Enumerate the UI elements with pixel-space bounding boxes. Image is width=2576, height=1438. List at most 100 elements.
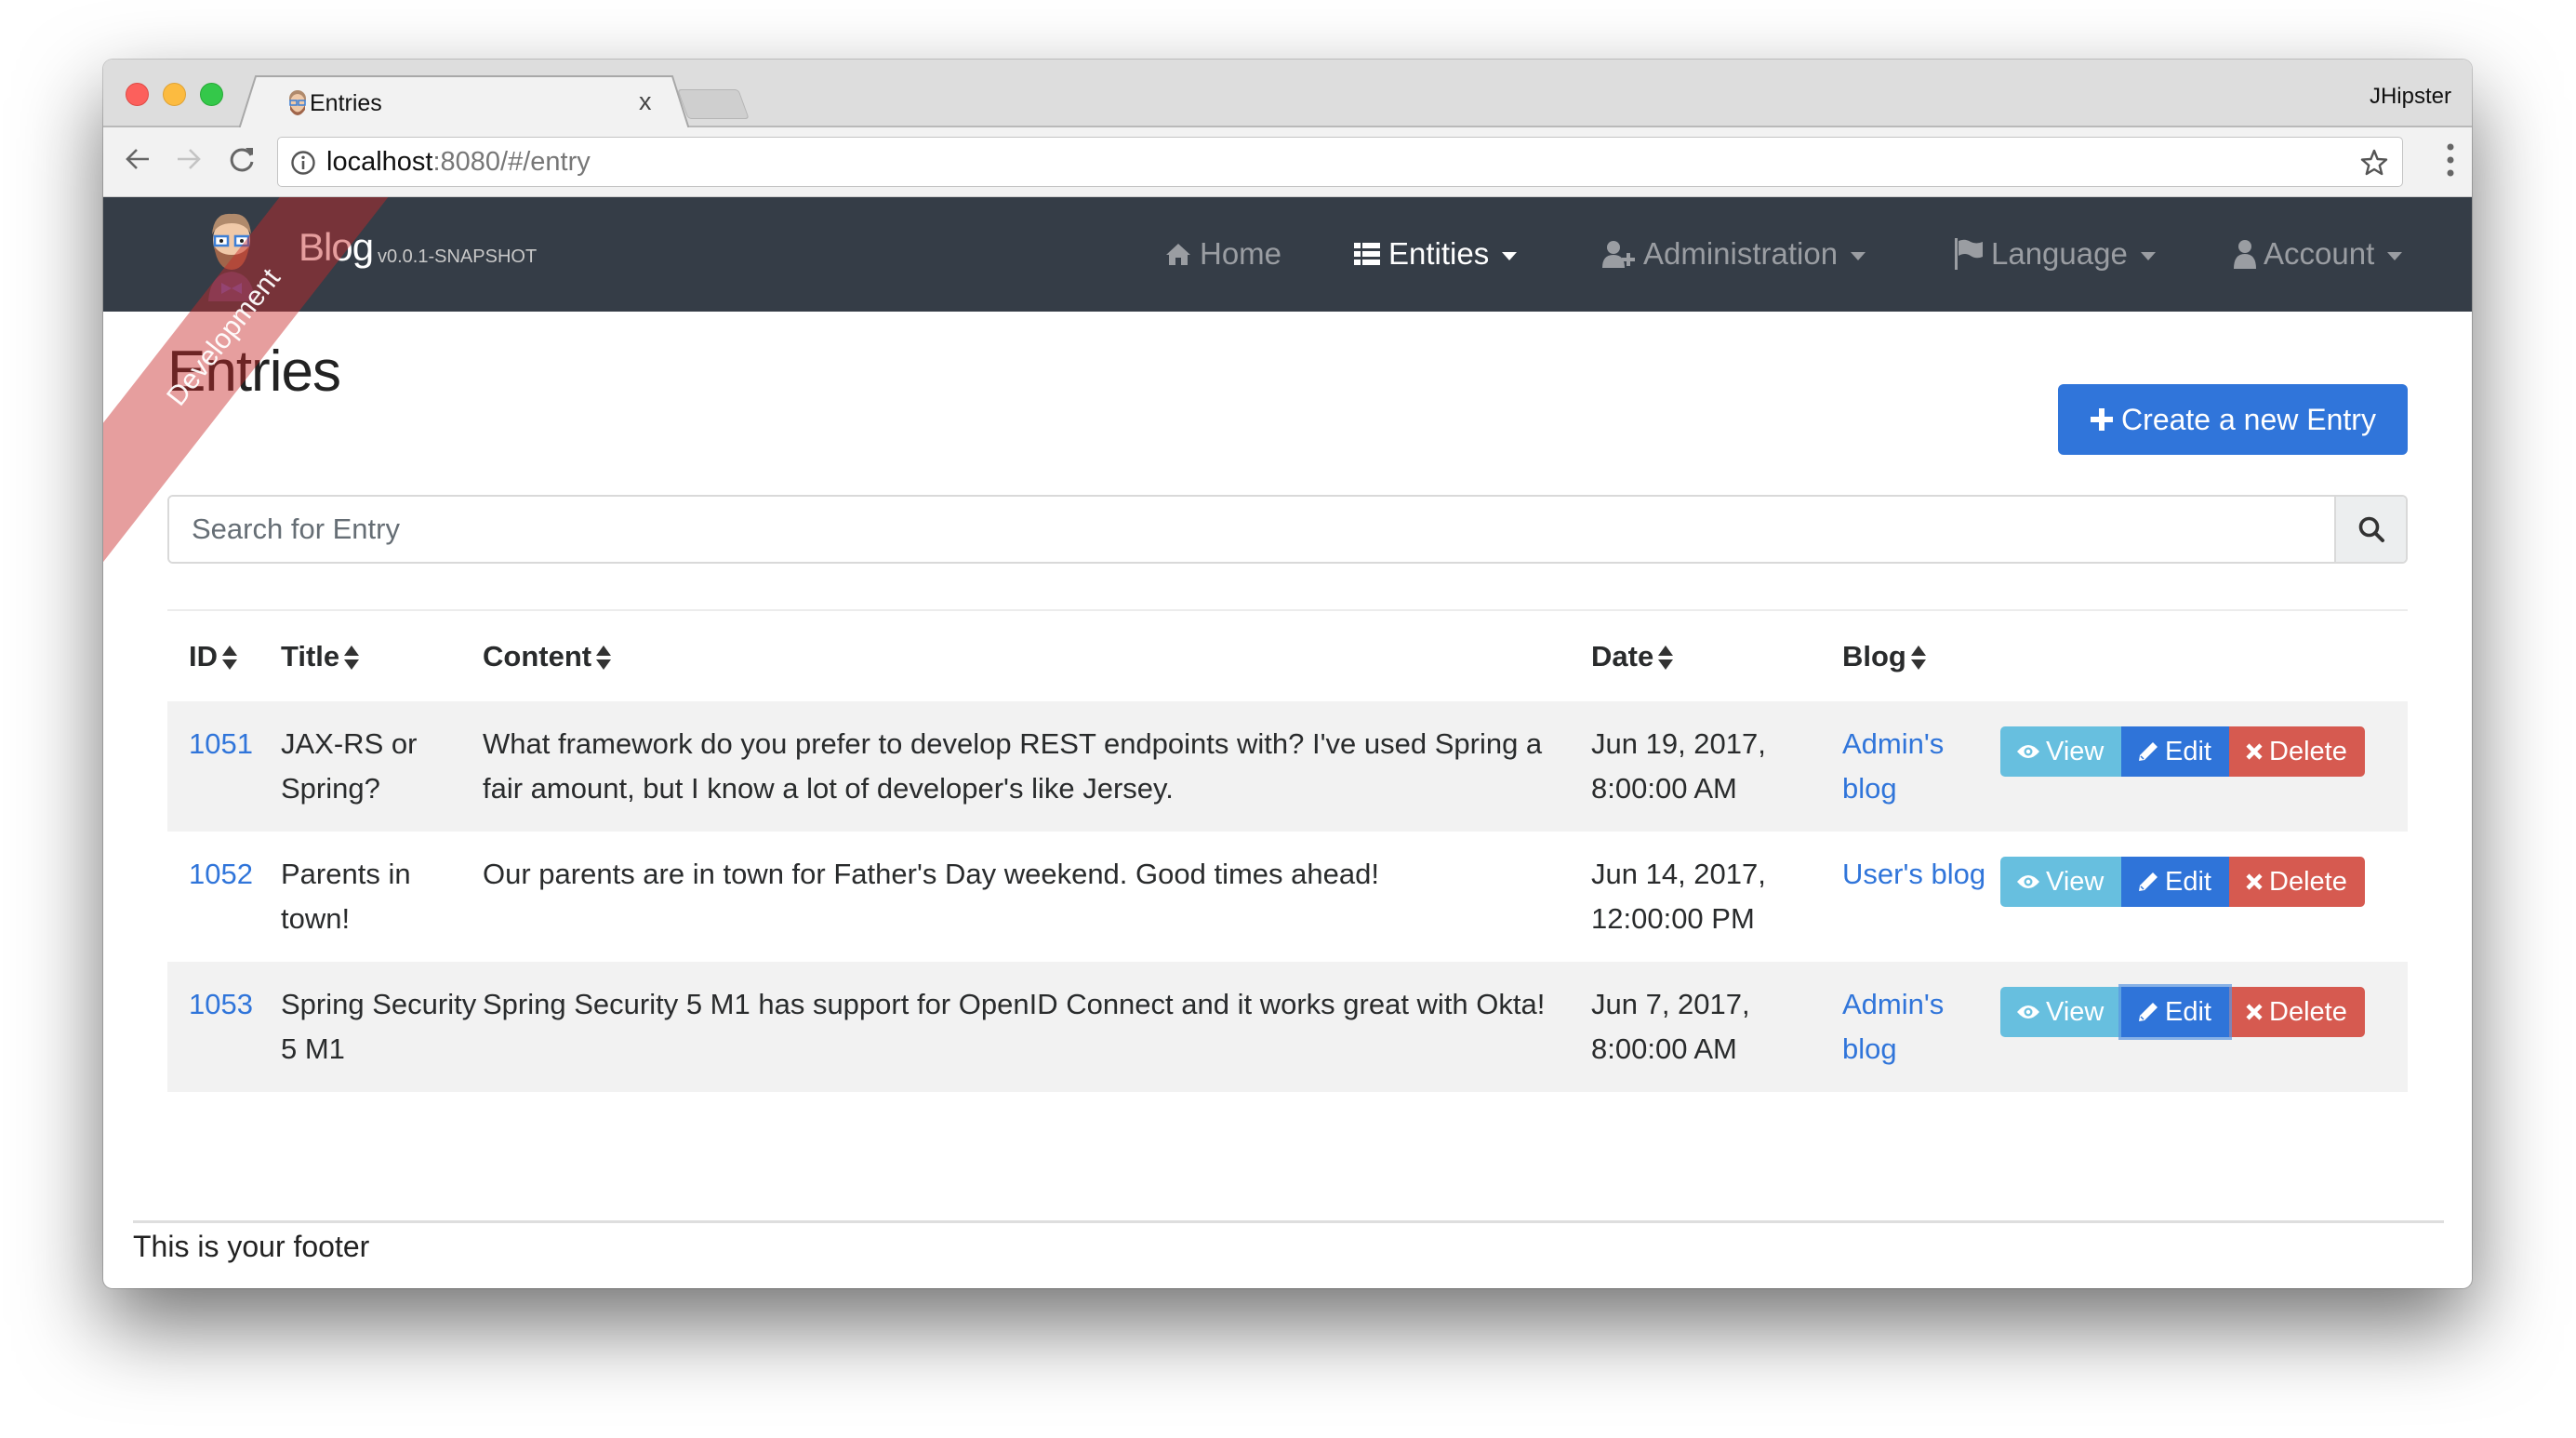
create-entry-button[interactable]: Create a new Entry	[2058, 384, 2408, 455]
date-line: Jun 14, 2017,	[1591, 858, 1766, 890]
date-line: Jun 7, 2017,	[1591, 988, 1750, 1020]
browser-menu-icon[interactable]	[2446, 141, 2455, 179]
bookmark-star-icon[interactable]	[2359, 148, 2389, 178]
time-line: 8:00:00 AM	[1591, 772, 1737, 805]
time-line: 12:00:00 PM	[1591, 902, 1755, 935]
chevron-down-icon	[1851, 251, 1866, 260]
edit-button[interactable]: Edit	[2121, 857, 2229, 907]
entry-date: Jun 7, 2017, 8:00:00 AM	[1591, 962, 1842, 1092]
entry-title: JAX-RS or Spring?	[281, 701, 483, 832]
nav-entities[interactable]: Entities	[1353, 236, 1518, 272]
edit-button[interactable]: Edit	[2121, 726, 2229, 777]
search-button[interactable]	[2334, 497, 2406, 562]
arrow-right-icon	[178, 149, 201, 169]
entry-content: Our parents are in town for Father's Day…	[483, 858, 1379, 890]
column-header-content[interactable]: Content	[483, 611, 1591, 701]
footer-text: This is your footer	[133, 1230, 370, 1263]
entry-blog-link[interactable]: Admin's blog	[1842, 727, 1944, 805]
column-header-actions	[2000, 611, 2408, 701]
back-button[interactable]	[119, 140, 156, 178]
view-button[interactable]: View	[2000, 857, 2121, 907]
tab-strip: Entries x JHipster	[103, 60, 2472, 129]
column-label: Title	[281, 639, 340, 672]
entry-date: Jun 14, 2017, 12:00:00 PM	[1591, 832, 1842, 962]
tab-close-icon[interactable]: x	[639, 87, 652, 115]
edit-label: Edit	[2165, 996, 2211, 1027]
view-label: View	[2046, 866, 2105, 897]
forward-button[interactable]	[170, 140, 207, 178]
column-label: Date	[1591, 639, 1654, 672]
entry-blog-link[interactable]: User's blog	[1842, 858, 1985, 890]
close-icon	[2246, 743, 2263, 760]
entry-content: What framework do you prefer to develop …	[483, 701, 1591, 832]
search-group	[167, 495, 2408, 564]
app-version: v0.0.1-SNAPSHOT	[378, 246, 538, 267]
nav-administration-label: Administration	[1643, 236, 1839, 271]
info-icon[interactable]	[290, 150, 316, 176]
brand-name[interactable]: Blog	[299, 225, 374, 270]
entry-date: Jun 19, 2017, 8:00:00 AM	[1591, 701, 1842, 832]
delete-button[interactable]: Delete	[2229, 987, 2365, 1037]
search-icon	[2358, 516, 2384, 542]
column-label: ID	[189, 639, 218, 672]
entry-blog-link[interactable]: Admin's blog	[1842, 988, 1944, 1065]
delete-label: Delete	[2269, 996, 2347, 1027]
page-title: Entries	[167, 340, 341, 404]
chevron-down-icon	[1502, 251, 1518, 260]
view-button[interactable]: View	[2000, 987, 2121, 1037]
url-host: localhost	[326, 147, 433, 177]
pencil-icon	[2139, 742, 2158, 761]
eye-icon	[2017, 1005, 2039, 1019]
sort-icon	[1658, 646, 1674, 671]
close-icon	[2246, 873, 2263, 890]
column-header-title[interactable]: Title	[281, 611, 483, 701]
entry-content: Spring Security 5 M1 has support for Ope…	[483, 962, 1591, 1092]
column-header-date[interactable]: Date	[1591, 611, 1842, 701]
zoom-window-button[interactable]	[200, 83, 223, 106]
edit-button[interactable]: Edit	[2121, 987, 2229, 1037]
url-text[interactable]: localhost:8080/#/entry	[326, 147, 591, 178]
nav-account[interactable]: Account	[2234, 236, 2403, 272]
delete-label: Delete	[2269, 736, 2347, 766]
jhipster-logo-icon[interactable]	[201, 208, 262, 301]
column-header-id[interactable]: ID	[167, 611, 281, 701]
profile-name[interactable]: JHipster	[2370, 84, 2451, 110]
entry-id-link[interactable]: 1053	[189, 988, 253, 1020]
eye-icon	[2017, 745, 2039, 758]
delete-button[interactable]: Delete	[2229, 726, 2365, 777]
column-label: Content	[483, 639, 592, 672]
app-navbar: Blog v0.0.1-SNAPSHOT Home Entities Admin	[103, 197, 2472, 312]
sort-icon	[344, 646, 360, 671]
entry-id-link[interactable]: 1051	[189, 727, 253, 760]
address-bar[interactable]: localhost:8080/#/entry	[277, 137, 2403, 187]
time-line: 8:00:00 AM	[1591, 1032, 1737, 1065]
column-label: Blog	[1842, 639, 1906, 672]
new-tab-button[interactable]	[677, 89, 750, 119]
user-plus-icon	[1602, 241, 1635, 268]
column-header-blog[interactable]: Blog	[1842, 611, 2000, 701]
entry-id-link[interactable]: 1052	[189, 858, 253, 890]
search-input[interactable]	[169, 497, 2334, 562]
tab-title: Entries	[310, 90, 382, 116]
nav-entities-label: Entities	[1388, 236, 1490, 271]
plus-icon	[2091, 408, 2114, 431]
edit-label: Edit	[2165, 866, 2211, 897]
delete-button[interactable]: Delete	[2229, 857, 2365, 907]
delete-label: Delete	[2269, 866, 2347, 897]
jhipster-favicon-icon	[289, 90, 306, 115]
minimize-window-button[interactable]	[163, 83, 186, 106]
nav-administration[interactable]: Administration	[1602, 236, 1866, 272]
create-entry-label: Create a new Entry	[2121, 402, 2376, 436]
close-window-button[interactable]	[126, 83, 149, 106]
nav-language-label: Language	[1991, 236, 2128, 271]
view-label: View	[2046, 996, 2105, 1027]
flag-icon	[1955, 238, 1983, 270]
view-label: View	[2046, 736, 2105, 766]
nav-home[interactable]: Home	[1164, 236, 1281, 272]
chevron-down-icon	[2387, 251, 2403, 260]
row-actions: View Edit Delete	[2000, 987, 2365, 1037]
nav-language[interactable]: Language	[1954, 236, 2156, 272]
eye-icon	[2017, 875, 2039, 888]
view-button[interactable]: View	[2000, 726, 2121, 777]
reload-button[interactable]	[223, 140, 260, 178]
